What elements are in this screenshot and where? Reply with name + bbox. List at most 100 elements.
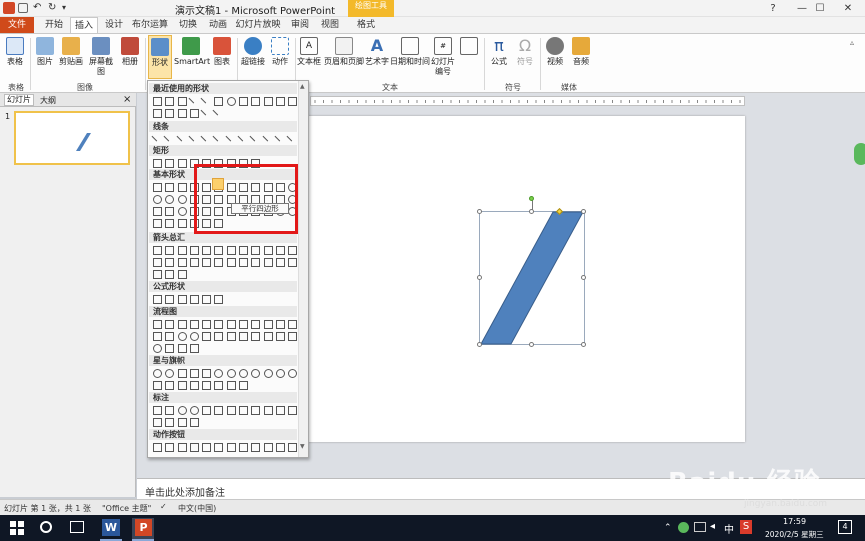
shape-item[interactable]: [163, 133, 175, 145]
sogou-ime-icon[interactable]: S: [740, 520, 752, 534]
spellcheck-icon[interactable]: ✓: [160, 502, 167, 511]
shape-item[interactable]: [188, 367, 200, 379]
shape-item[interactable]: [274, 95, 286, 107]
shape-item[interactable]: [188, 330, 200, 342]
shape-item[interactable]: [163, 95, 175, 107]
shape-item[interactable]: [176, 293, 188, 305]
shape-item[interactable]: [176, 379, 188, 391]
shape-item[interactable]: [262, 441, 274, 453]
shape-item[interactable]: [188, 441, 200, 453]
shape-item[interactable]: [151, 95, 163, 107]
tab-boolean[interactable]: 布尔运算: [130, 17, 170, 33]
recent-shapes[interactable]: [151, 95, 299, 119]
shape-item[interactable]: [286, 95, 298, 107]
shape-item[interactable]: [200, 318, 212, 330]
collapse-ribbon-icon[interactable]: ▵: [850, 38, 854, 47]
shape-item[interactable]: [212, 133, 224, 145]
tab-insert[interactable]: 插入: [70, 17, 98, 33]
slide-canvas[interactable]: [308, 116, 745, 442]
tab-slideshow[interactable]: 幻灯片放映: [234, 17, 282, 33]
tray-app-icon[interactable]: [678, 522, 689, 533]
save-icon[interactable]: [18, 3, 28, 13]
shape-item[interactable]: [262, 256, 274, 268]
shape-item[interactable]: [200, 379, 212, 391]
clock-time[interactable]: 17:59: [783, 517, 806, 526]
shape-item[interactable]: [163, 193, 175, 205]
network-icon[interactable]: [694, 522, 706, 532]
clipart-button[interactable]: 剪贴画: [58, 37, 84, 67]
shape-item[interactable]: [286, 318, 298, 330]
shape-item[interactable]: [163, 217, 175, 229]
shape-item[interactable]: [176, 318, 188, 330]
shape-item[interactable]: [225, 95, 237, 107]
picture-button[interactable]: 图片: [34, 37, 56, 67]
shape-item[interactable]: [262, 318, 274, 330]
shape-item[interactable]: [163, 379, 175, 391]
shape-item[interactable]: [225, 318, 237, 330]
shape-item[interactable]: [286, 330, 298, 342]
parallelogram-shape[interactable]: [479, 211, 585, 345]
shape-item[interactable]: [163, 330, 175, 342]
shape-item[interactable]: [176, 217, 188, 229]
shape-item[interactable]: [163, 181, 175, 193]
tab-slides[interactable]: 幻灯片: [4, 94, 34, 106]
lines-shapes[interactable]: [151, 133, 299, 145]
shape-item[interactable]: [151, 193, 163, 205]
shape-item[interactable]: [163, 205, 175, 217]
shape-item[interactable]: [176, 205, 188, 217]
task-view-icon[interactable]: [70, 521, 84, 533]
notification-icon[interactable]: 4: [838, 520, 852, 534]
shape-item[interactable]: [163, 244, 175, 256]
shape-item[interactable]: [188, 107, 200, 119]
table-button[interactable]: 表格: [4, 37, 26, 67]
object-button[interactable]: [458, 37, 480, 57]
callout-shapes[interactable]: [151, 404, 299, 428]
shape-item[interactable]: [188, 133, 200, 145]
shape-item[interactable]: [151, 157, 163, 169]
shape-item[interactable]: [200, 256, 212, 268]
shape-item[interactable]: [188, 379, 200, 391]
shape-item[interactable]: [286, 244, 298, 256]
shape-item[interactable]: [176, 181, 188, 193]
datetime-button[interactable]: 日期和时间: [390, 37, 430, 67]
shape-item[interactable]: [163, 367, 175, 379]
shape-item[interactable]: [151, 441, 163, 453]
shape-item[interactable]: [249, 441, 261, 453]
shape-item[interactable]: [163, 416, 175, 428]
word-app-icon[interactable]: W: [102, 519, 120, 536]
close-panel-icon[interactable]: ×: [123, 94, 131, 105]
shape-item[interactable]: [188, 342, 200, 354]
shape-item[interactable]: [151, 342, 163, 354]
shape-item[interactable]: [212, 379, 224, 391]
shape-item[interactable]: [262, 404, 274, 416]
shape-item[interactable]: [249, 256, 261, 268]
resize-handle-se[interactable]: [581, 342, 586, 347]
shape-item[interactable]: [163, 441, 175, 453]
shape-item[interactable]: [163, 293, 175, 305]
shape-item[interactable]: [274, 441, 286, 453]
shape-item[interactable]: [212, 256, 224, 268]
screenshot-button[interactable]: 屏幕截图: [86, 37, 116, 77]
shape-item[interactable]: [237, 256, 249, 268]
equation-button[interactable]: π 公式: [488, 37, 510, 67]
wordart-button[interactable]: A 艺术字: [364, 37, 390, 67]
tab-format[interactable]: 格式: [352, 17, 380, 33]
equation-shapes[interactable]: [151, 293, 299, 305]
shape-item[interactable]: [212, 318, 224, 330]
tab-view[interactable]: 视图: [316, 17, 344, 33]
shape-item[interactable]: [176, 193, 188, 205]
resize-handle-w[interactable]: [477, 275, 482, 280]
shape-item[interactable]: [274, 244, 286, 256]
tab-design[interactable]: 设计: [100, 17, 128, 33]
shape-item[interactable]: [225, 379, 237, 391]
tab-review[interactable]: 审阅: [286, 17, 314, 33]
shape-item[interactable]: [262, 330, 274, 342]
shape-item[interactable]: [151, 367, 163, 379]
shape-item[interactable]: [225, 256, 237, 268]
shape-item[interactable]: [200, 244, 212, 256]
shape-item[interactable]: [151, 268, 163, 280]
symbol-button[interactable]: Ω 符号: [514, 37, 536, 67]
shape-item[interactable]: [151, 205, 163, 217]
shape-item[interactable]: [151, 404, 163, 416]
shape-item[interactable]: [151, 330, 163, 342]
